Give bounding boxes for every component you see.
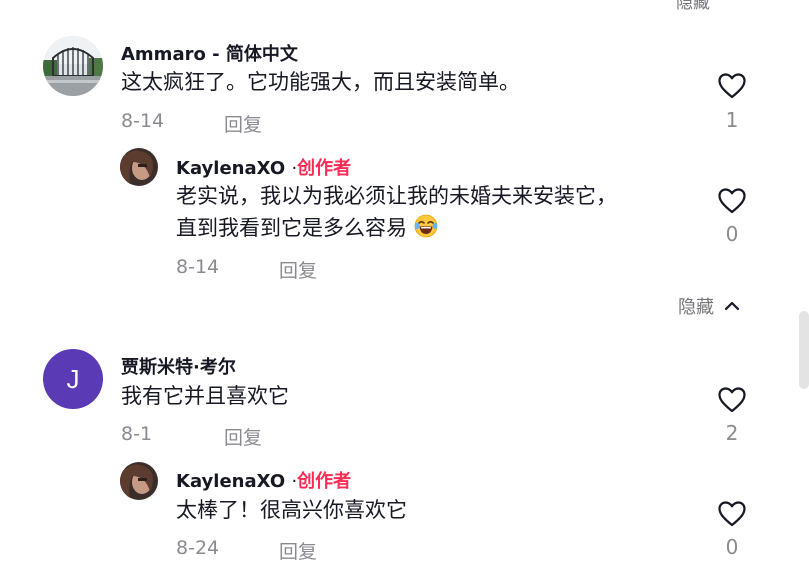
avatar-letter: J <box>66 363 80 394</box>
reply-text-line-2-content: 直到我看到它是多么容易 <box>176 216 407 240</box>
comment-text: 我有它并且喜欢它 <box>121 384 289 408</box>
hide-replies-label: 隐藏 <box>678 297 714 318</box>
reply-text-line-2: 直到我看到它是多么容易 <box>176 212 438 244</box>
avatar-letter-j[interactable]: J <box>43 349 103 409</box>
creator-badge: 创作者 <box>297 158 352 179</box>
reply-text: 太棒了！很高兴你喜欢它 <box>176 498 407 522</box>
gate-photo-avatar-icon <box>43 36 103 96</box>
reply-date: 8-14 <box>176 256 220 278</box>
reply-button[interactable]: 回复 <box>279 256 317 283</box>
avatar-kaylenaxo[interactable] <box>120 148 158 186</box>
comment-text: 这太疯狂了。它功能强大，而且安装简单。 <box>121 70 520 94</box>
heart-icon[interactable] <box>718 73 746 99</box>
scrollbar-thumb[interactable] <box>799 311 809 389</box>
creator-badge: 创作者 <box>297 471 352 492</box>
reply-date: 8-24 <box>176 537 220 559</box>
hide-replies-button[interactable]: 隐藏 <box>678 293 740 319</box>
reply-button[interactable]: 回复 <box>224 423 262 450</box>
laughing-crying-face-emoji-icon <box>414 214 438 238</box>
person-photo-avatar-icon <box>120 148 158 186</box>
avatar-kaylenaxo[interactable] <box>120 462 158 500</box>
comments-panel: 隐藏 Ammaro - 简体中文 这太疯狂了。它功能强大，而且安装简单。 8-1… <box>0 0 809 573</box>
reply-text-line-1: 老实说，我以为我必须让我的未婚夫来安装它， <box>176 184 617 208</box>
heart-icon[interactable] <box>718 188 746 214</box>
reply-button[interactable]: 回复 <box>279 537 317 564</box>
person-photo-avatar-icon <box>120 462 158 500</box>
like-count: 0 <box>725 535 739 559</box>
heart-icon[interactable] <box>718 387 746 413</box>
comment-author[interactable]: 贾斯米特·考尔 <box>121 353 236 379</box>
like-count: 2 <box>725 421 739 445</box>
reply-author[interactable]: KaylenaXO <box>176 158 285 179</box>
reply-author-line: KaylenaXO ·创作者 <box>176 154 351 180</box>
heart-icon[interactable] <box>718 501 746 527</box>
reply-author-line: KaylenaXO ·创作者 <box>176 467 351 493</box>
chevron-up-icon <box>724 301 740 311</box>
reply-button[interactable]: 回复 <box>224 110 262 137</box>
cut-off-hide-label: 隐藏 <box>676 0 710 13</box>
comment-author[interactable]: Ammaro - 简体中文 <box>121 40 298 66</box>
comment-date: 8-1 <box>121 423 153 445</box>
like-count: 0 <box>725 222 739 246</box>
like-count: 1 <box>725 108 739 132</box>
comment-date: 8-14 <box>121 110 165 132</box>
reply-author[interactable]: KaylenaXO <box>176 471 285 492</box>
avatar-ammaro[interactable] <box>43 36 103 96</box>
